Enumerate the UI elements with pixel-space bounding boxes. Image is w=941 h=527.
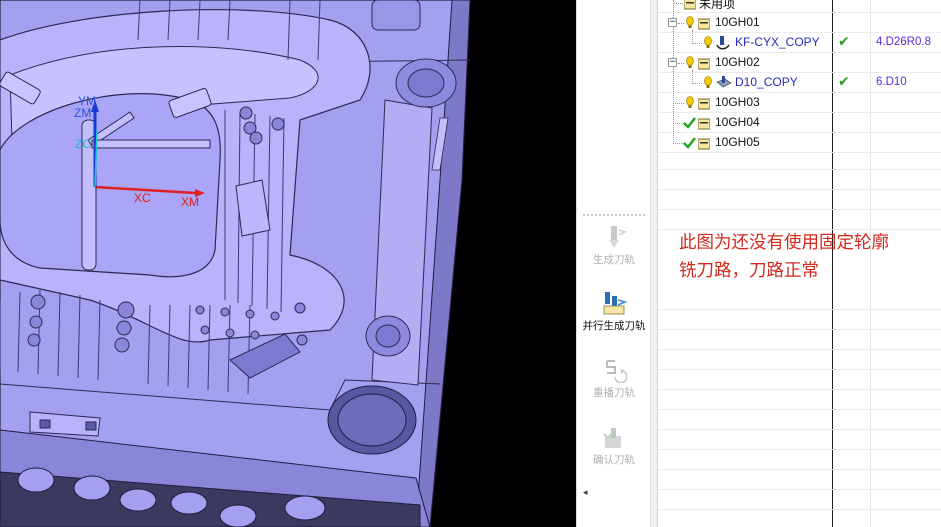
replay-toolpath-icon (606, 360, 627, 383)
graphics-viewport[interactable]: YM ZM ZC XC XM (0, 0, 576, 527)
generate-toolpath-button[interactable]: 生成刀轨 (577, 224, 651, 267)
tree-row-10gh03[interactable]: 10GH03 (658, 93, 941, 113)
empty-row (658, 150, 941, 170)
contour-mill-icon (716, 36, 730, 50)
tree-row-label: 10GH05 (715, 135, 760, 149)
parallel-generate-icon (603, 292, 627, 315)
tree-row-10gh04[interactable]: 10GH04 (658, 113, 941, 133)
strip-separator (583, 214, 645, 216)
tree-row-d10-copy[interactable]: D10_COPY ✔ 6.D10 (658, 73, 941, 93)
empty-row (658, 490, 941, 510)
annotation-line-1: 此图为还没有使用固定轮廓 (679, 233, 889, 253)
empty-row (658, 310, 941, 330)
tree-row-label: 10GH03 (715, 95, 760, 109)
folder-icon (698, 18, 710, 30)
tree-connector (692, 83, 702, 84)
verify-toolpath-icon (603, 428, 621, 448)
tree-connector (692, 43, 702, 44)
verify-toolpath-label: 确认刀轨 (593, 454, 635, 466)
tree-row-label: D10_COPY (735, 75, 798, 89)
empty-row (658, 450, 941, 470)
empty-row (658, 470, 941, 490)
status-check-icon: ✔ (838, 34, 850, 50)
generate-toolpath-icon (609, 226, 627, 248)
axis-label-xm: XM (181, 195, 199, 209)
empty-row (658, 350, 941, 370)
empty-row (658, 330, 941, 350)
empty-row (658, 170, 941, 190)
pending-bulb-icon (686, 16, 694, 28)
collapse-icon[interactable]: − (668, 58, 677, 67)
drill-op-icon (716, 76, 732, 88)
splitter[interactable] (650, 0, 657, 527)
tree-row-label: 10GH02 (715, 55, 760, 69)
axis-label-xc: XC (134, 191, 151, 205)
tree-row-10gh01[interactable]: − 10GH01 (658, 13, 941, 33)
parallel-generate-toolpath-button[interactable]: 并行生成刀轨 (577, 290, 651, 333)
tool-name: 4.D26R0.8 (876, 36, 931, 48)
tree-row-label: 10GH04 (715, 115, 760, 129)
folder-icon (698, 98, 710, 110)
tree-row-label: KF-CYX_COPY (735, 35, 820, 49)
empty-row (658, 430, 941, 450)
collapse-icon[interactable]: − (668, 18, 677, 27)
pending-bulb-icon (686, 56, 694, 68)
empty-row (658, 510, 941, 527)
tree-row-unused[interactable]: 未用项 (658, 0, 941, 13)
tree-row-10gh05[interactable]: 10GH05 (658, 133, 941, 153)
tool-name: 6.D10 (876, 76, 907, 88)
complete-check-icon (683, 137, 696, 149)
tree-row-label: 10GH01 (715, 15, 760, 29)
nx-cam-window: YM ZM ZC XC XM 生成刀轨 并行生成刀轨 重播刀轨 确认刀轨 ◂ 未… (0, 0, 941, 527)
empty-row (658, 210, 941, 230)
pending-bulb-icon (686, 96, 694, 108)
axis-label-zc: ZC (75, 137, 91, 151)
annotation-line-2: 铣刀路，刀路正常 (679, 261, 819, 281)
empty-row (658, 190, 941, 210)
pending-bulb-icon (704, 36, 712, 48)
verify-toolpath-button[interactable]: 确认刀轨 (577, 424, 651, 467)
mold-model (0, 0, 471, 527)
replay-toolpath-button[interactable]: 重播刀轨 (577, 357, 651, 400)
empty-row (658, 390, 941, 410)
tree-row-10gh02[interactable]: − 10GH02 (658, 53, 941, 73)
generate-toolpath-label: 生成刀轨 (593, 254, 635, 266)
folder-icon (698, 58, 710, 70)
parallel-generate-toolpath-label: 并行生成刀轨 (582, 320, 646, 332)
cam-command-strip: 生成刀轨 并行生成刀轨 重播刀轨 确认刀轨 ◂ (576, 0, 650, 527)
folder-icon (684, 0, 696, 10)
tree-connector (673, 103, 684, 104)
empty-row (658, 410, 941, 430)
folder-icon (698, 138, 710, 150)
replay-toolpath-label: 重播刀轨 (593, 387, 635, 399)
tree-connector (673, 3, 683, 4)
axis-label-zm: ZM (74, 106, 92, 120)
folder-icon (698, 118, 710, 130)
empty-row (658, 370, 941, 390)
tree-row-kf-cyx-copy[interactable]: KF-CYX_COPY ✔ 4.D26R0.8 (658, 33, 941, 53)
complete-check-icon (683, 117, 696, 129)
empty-row (658, 290, 941, 310)
tree-row-label: 未用项 (699, 0, 736, 11)
annotation-note: 此图为还没有使用固定轮廓 铣刀路，刀路正常 (679, 229, 941, 285)
status-check-icon: ✔ (838, 74, 850, 90)
collapse-strip-arrow-icon[interactable]: ◂ (583, 488, 588, 498)
pending-bulb-icon (704, 76, 712, 88)
